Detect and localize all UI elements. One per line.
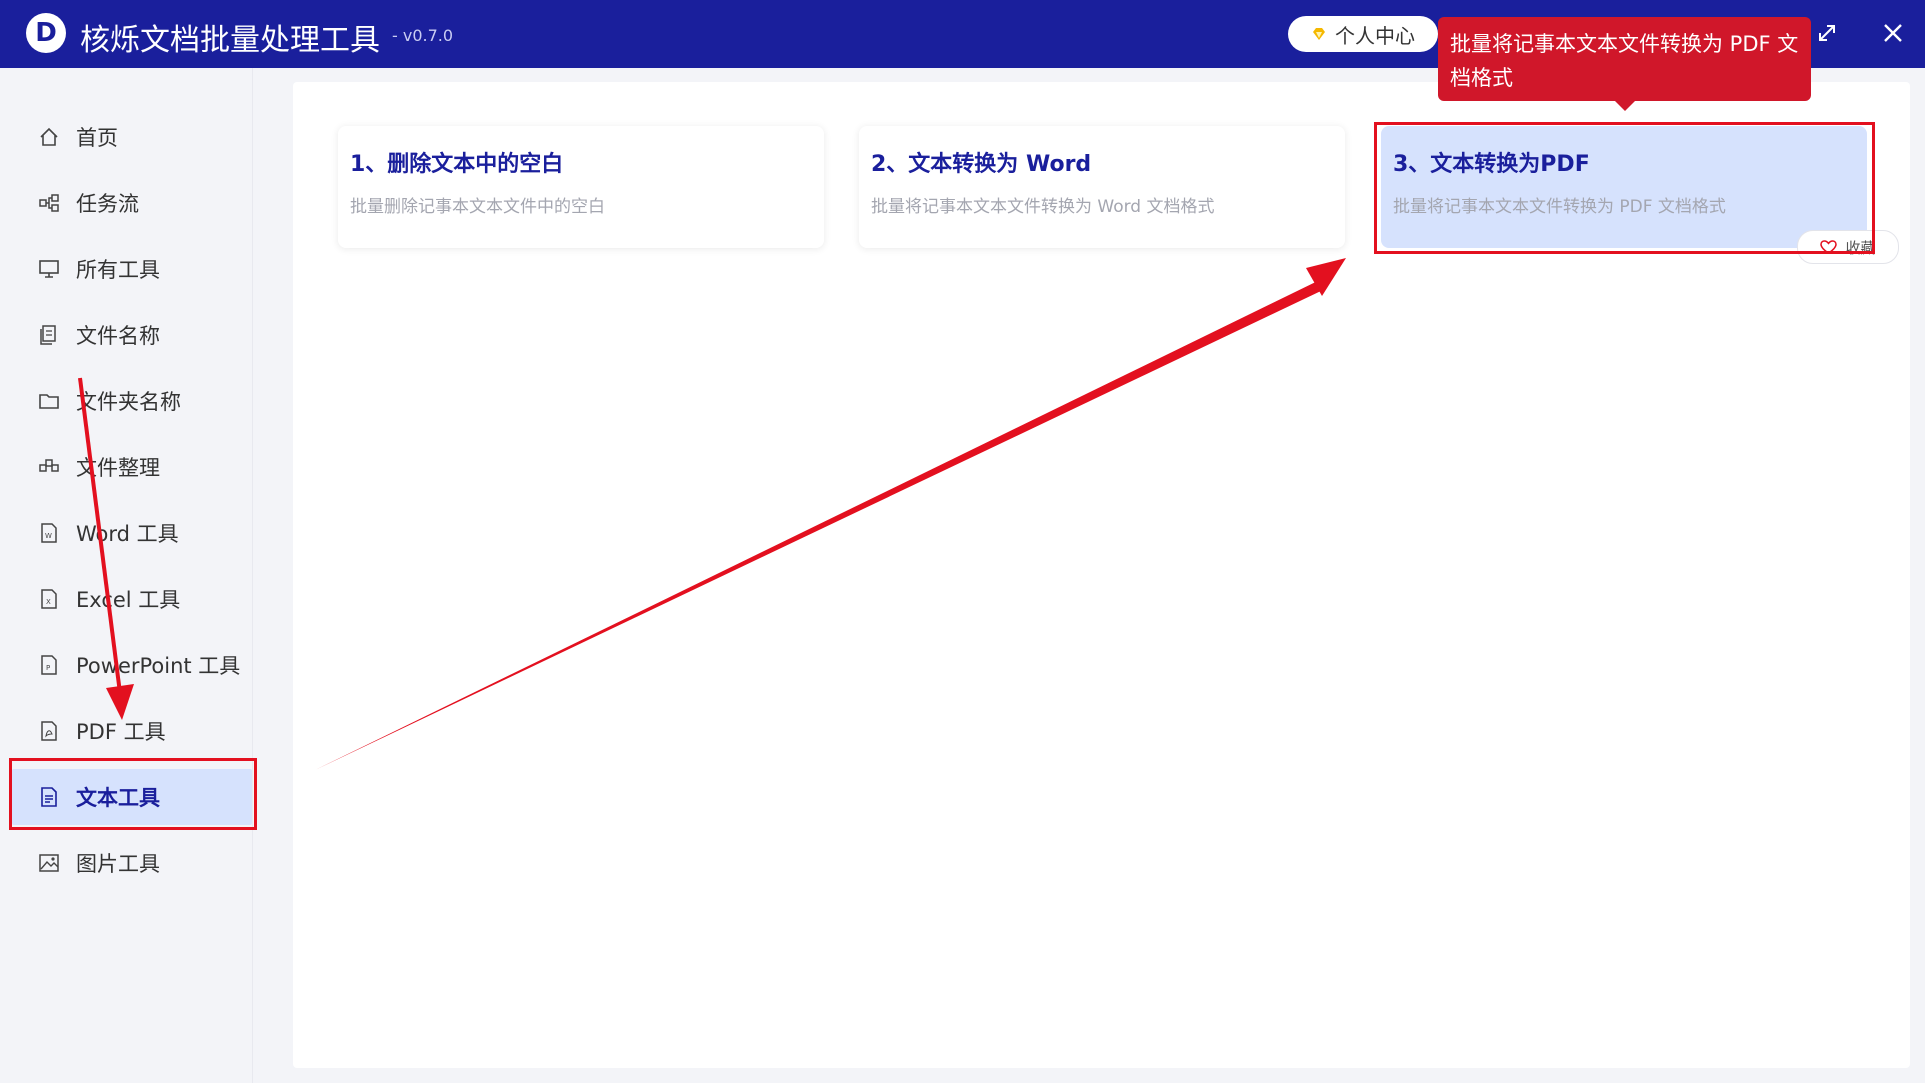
sidebar-item-workflow[interactable]: 任务流 bbox=[12, 175, 252, 231]
sidebar-item-label: 图片工具 bbox=[76, 852, 160, 876]
expand-icon[interactable] bbox=[1816, 22, 1838, 44]
app-logo: D bbox=[26, 13, 66, 53]
sidebar-item-powerpoint-tools[interactable]: P PowerPoint 工具 bbox=[12, 637, 252, 693]
card-description: 批量删除记事本文本文件中的空白 bbox=[350, 197, 605, 217]
sidebar-item-image-tools[interactable]: 图片工具 bbox=[12, 835, 252, 891]
home-icon bbox=[40, 127, 58, 146]
sidebar-item-label: 所有工具 bbox=[76, 258, 160, 282]
tooltip: 批量将记事本文本文件转换为 PDF 文档格式 bbox=[1438, 17, 1811, 101]
sidebar-item-home[interactable]: 首页 bbox=[12, 109, 252, 165]
tool-card-text-to-word[interactable]: 2、文本转换为 Word 批量将记事本文本文件转换为 Word 文档格式 bbox=[859, 126, 1345, 248]
gem-icon bbox=[1313, 28, 1325, 40]
image-icon bbox=[39, 854, 59, 872]
sidebar: 首页 任务流 所有工具 文件名称 文件夹名称 文件整理 W Word 工具 X … bbox=[0, 68, 253, 1083]
card-title: 2、文本转换为 Word bbox=[871, 152, 1092, 177]
close-icon[interactable] bbox=[1880, 20, 1906, 46]
tooltip-text: 批量将记事本文本文件转换为 PDF 文档格式 bbox=[1450, 32, 1799, 90]
tool-card-remove-whitespace[interactable]: 1、删除文本中的空白 批量删除记事本文本文件中的空白 bbox=[338, 126, 824, 248]
app-version: - v0.7.0 bbox=[392, 26, 454, 45]
powerpoint-file-icon: P bbox=[41, 655, 57, 675]
sidebar-item-file-names[interactable]: 文件名称 bbox=[12, 307, 252, 363]
app-title: 核烁文档批量处理工具 bbox=[80, 23, 380, 58]
sidebar-item-label: PDF 工具 bbox=[76, 720, 166, 744]
organize-icon bbox=[39, 459, 59, 472]
sidebar-item-word-tools[interactable]: W Word 工具 bbox=[12, 505, 252, 561]
sidebar-item-folder-names[interactable]: 文件夹名称 bbox=[12, 373, 252, 429]
user-center-label: 个人中心 bbox=[1335, 23, 1415, 48]
card-description: 批量将记事本文本文件转换为 Word 文档格式 bbox=[871, 197, 1215, 217]
sidebar-item-label: 文件整理 bbox=[76, 456, 160, 480]
workflow-icon bbox=[39, 194, 59, 212]
excel-file-icon: X bbox=[41, 589, 57, 609]
sidebar-item-label: PowerPoint 工具 bbox=[76, 654, 241, 678]
files-icon bbox=[40, 325, 56, 345]
word-file-icon: W bbox=[41, 523, 57, 543]
user-center-button[interactable]: 个人中心 bbox=[1288, 16, 1438, 52]
sidebar-item-label: 任务流 bbox=[76, 192, 139, 216]
monitor-icon bbox=[39, 260, 59, 278]
svg-text:X: X bbox=[46, 598, 51, 606]
pdf-file-icon bbox=[41, 721, 57, 741]
sidebar-item-pdf-tools[interactable]: PDF 工具 bbox=[12, 703, 252, 759]
sidebar-item-file-organize[interactable]: 文件整理 bbox=[12, 439, 252, 495]
tooltip-arrow bbox=[1614, 100, 1636, 111]
svg-text:P: P bbox=[46, 664, 50, 672]
sidebar-item-all-tools[interactable]: 所有工具 bbox=[12, 241, 252, 297]
annotation-highlight-sidebar bbox=[9, 758, 257, 830]
folder-icon bbox=[39, 394, 59, 409]
annotation-highlight-card bbox=[1374, 122, 1875, 254]
sidebar-item-excel-tools[interactable]: X Excel 工具 bbox=[12, 571, 252, 627]
sidebar-item-label: Word 工具 bbox=[76, 522, 179, 546]
sidebar-item-label: 文件夹名称 bbox=[76, 390, 181, 414]
sidebar-item-label: 文件名称 bbox=[76, 324, 160, 348]
sidebar-item-label: Excel 工具 bbox=[76, 588, 181, 612]
svg-text:W: W bbox=[45, 532, 52, 540]
card-title: 1、删除文本中的空白 bbox=[350, 152, 564, 177]
sidebar-item-label: 首页 bbox=[76, 126, 118, 150]
